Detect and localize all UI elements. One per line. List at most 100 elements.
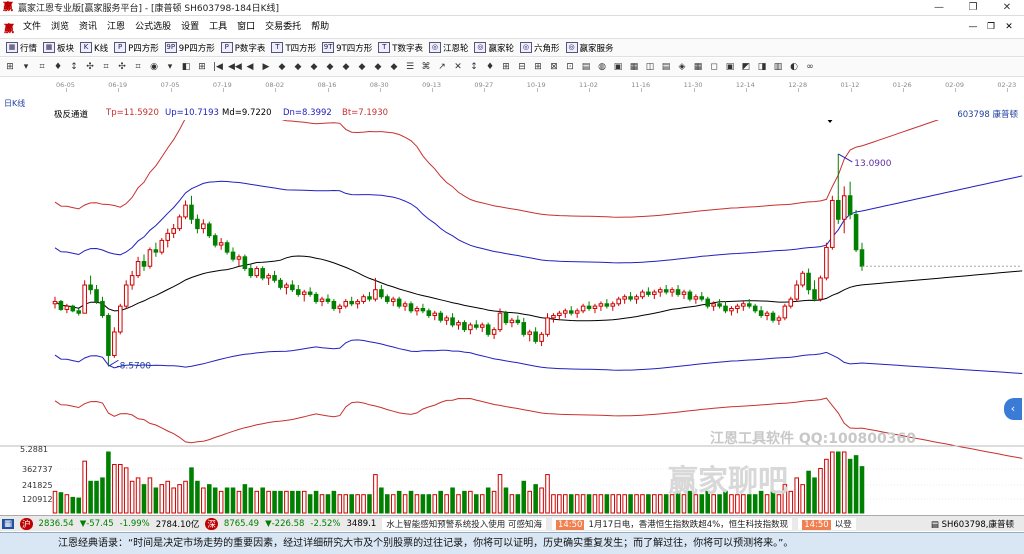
- menu-settings[interactable]: 设置: [176, 17, 204, 37]
- volume-bar: [652, 494, 657, 514]
- tool-icon[interactable]: ◆: [324, 61, 336, 73]
- maximize-button[interactable]: ❐: [956, 0, 990, 16]
- tool-icon[interactable]: ◧: [180, 61, 192, 73]
- tool-icon[interactable]: ✣: [84, 61, 96, 73]
- toolbar-item-label: 六角形: [533, 43, 560, 54]
- toolbar-item-11[interactable]: ◎ 六角形: [519, 42, 560, 54]
- tool-icon[interactable]: ⊡: [564, 61, 576, 73]
- toolbar-item-10[interactable]: ◎ 赢家轮: [474, 42, 514, 54]
- toolbar-item-8[interactable]: T T数字表: [378, 42, 423, 54]
- news-item-1[interactable]: 水上智能感知预警系统投入使用 可感知海: [382, 517, 546, 530]
- tool-icon[interactable]: ✕: [452, 61, 464, 73]
- volume-bar: [100, 477, 105, 514]
- tool-icon[interactable]: ▦: [628, 61, 640, 73]
- tool-icon[interactable]: ◆: [388, 61, 400, 73]
- toolbar-item-12[interactable]: ◎ 赢家服务: [565, 42, 614, 54]
- title-bar[interactable]: 赢 赢家江恩专业版[赢家服务平台] - [康普顿 SH603798-184日K线…: [0, 0, 1024, 16]
- tool-icon[interactable]: ⌗: [132, 61, 144, 73]
- candle-body: [355, 300, 360, 305]
- volume-bar: [604, 494, 610, 514]
- tool-icon[interactable]: ◀◀: [228, 61, 242, 73]
- tool-icon[interactable]: ♦: [52, 61, 64, 73]
- tool-icon[interactable]: ⊞: [4, 61, 16, 73]
- tool-icon[interactable]: ▶: [260, 61, 272, 73]
- toolbar-item-1[interactable]: ▦ 板块: [43, 42, 74, 54]
- toolbar-item-6[interactable]: T T四方形: [271, 42, 316, 54]
- tool-icon[interactable]: ◨: [756, 61, 768, 73]
- tool-icon[interactable]: ◻: [708, 61, 720, 73]
- tool-icon[interactable]: ↕: [468, 61, 480, 73]
- mdi-restore-button[interactable]: ❐: [982, 17, 1000, 37]
- tool-icon[interactable]: ◆: [356, 61, 368, 73]
- tool-icon[interactable]: ▤: [580, 61, 592, 73]
- tool-icon[interactable]: ◆: [308, 61, 320, 73]
- tool-icon[interactable]: ☰: [404, 61, 416, 73]
- tool-icon[interactable]: ◩: [740, 61, 752, 73]
- menu-gann[interactable]: 江恩: [102, 17, 130, 37]
- tool-icon[interactable]: ↕: [68, 61, 80, 73]
- toolbar-item-4[interactable]: 9P 9P四方形: [164, 42, 215, 54]
- menu-browse[interactable]: 浏览: [46, 17, 74, 37]
- news-item-2[interactable]: 14:50 1月17日电，香港恒生指数跌超4%，恒生科技指数现: [551, 517, 793, 530]
- market-icon[interactable]: ▦: [2, 518, 15, 529]
- tool-icon[interactable]: ⌗: [100, 61, 112, 73]
- candle-body: [135, 261, 141, 277]
- menu-info[interactable]: 资讯: [74, 17, 102, 37]
- menu-tools[interactable]: 工具: [204, 17, 232, 37]
- candle-body: [859, 249, 865, 267]
- menu-formula[interactable]: 公式选股: [130, 17, 176, 37]
- indicator-name[interactable]: 极反通道: [54, 108, 88, 120]
- mdi-close-button[interactable]: ✕: [1000, 17, 1018, 37]
- tool-icon[interactable]: ∞: [804, 61, 816, 73]
- tool-icon[interactable]: ▣: [724, 61, 736, 73]
- tool-icon[interactable]: ◆: [276, 61, 288, 73]
- candle-body: [735, 305, 740, 309]
- tool-icon[interactable]: ◈: [676, 61, 688, 73]
- tool-icon[interactable]: ⊞: [500, 61, 512, 73]
- tool-icon[interactable]: ⊟: [516, 61, 528, 73]
- side-expand-button[interactable]: ‹: [1004, 398, 1022, 420]
- tool-icon[interactable]: ◉: [148, 61, 160, 73]
- tool-icon[interactable]: ⊠: [548, 61, 560, 73]
- tool-icon[interactable]: ⊞: [532, 61, 544, 73]
- grid-icon: ▦: [6, 42, 18, 53]
- tool-icon[interactable]: ⊞: [196, 61, 208, 73]
- kline-chart[interactable]: 13.0900 -8.5700 5.2881 362737 241825 120912: [0, 120, 1024, 515]
- tool-icon[interactable]: ▦: [692, 61, 704, 73]
- menu-window[interactable]: 窗口: [232, 17, 260, 37]
- tool-icon[interactable]: ♦: [484, 61, 496, 73]
- toolbar-item-5[interactable]: P P数字表: [220, 42, 265, 54]
- tool-icon[interactable]: ◆: [340, 61, 352, 73]
- tool-icon[interactable]: ▥: [772, 61, 784, 73]
- toolbar-item-7[interactable]: 9T 9T四方形: [322, 42, 372, 54]
- tool-icon[interactable]: ▤: [660, 61, 672, 73]
- menu-help[interactable]: 帮助: [306, 17, 334, 37]
- tool-icon[interactable]: ▾: [20, 61, 32, 73]
- tool-icon[interactable]: ◆: [292, 61, 304, 73]
- menu-file[interactable]: 文件: [18, 17, 46, 37]
- menu-trade[interactable]: 交易委托: [260, 17, 306, 37]
- tool-icon[interactable]: ◫: [644, 61, 656, 73]
- tool-icon[interactable]: ✣: [116, 61, 128, 73]
- candle-body: [557, 312, 562, 317]
- minimize-button[interactable]: —: [922, 0, 956, 16]
- mdi-minimize-button[interactable]: —: [964, 17, 982, 37]
- tool-icon[interactable]: ◍: [596, 61, 608, 73]
- tool-icon[interactable]: ⌘: [420, 61, 432, 73]
- ticker-stock[interactable]: ▤ SH603798,康普顿: [930, 517, 1014, 530]
- tool-icon[interactable]: ◆: [372, 61, 384, 73]
- tool-icon[interactable]: ◐: [788, 61, 800, 73]
- news-item-3[interactable]: 14:50 以登: [798, 517, 856, 530]
- close-button[interactable]: ✕: [990, 0, 1024, 16]
- toolbar-item-0[interactable]: ▦ 行情: [6, 42, 37, 54]
- tool-icon[interactable]: ↗: [436, 61, 448, 73]
- tool-icon[interactable]: |◀: [212, 61, 224, 73]
- tool-icon[interactable]: ⌗: [36, 61, 48, 73]
- toolbar-item-2[interactable]: K K线: [80, 42, 108, 54]
- toolbar-item-9[interactable]: ◎ 江恩轮: [428, 42, 468, 54]
- tool-icon[interactable]: ▾: [164, 61, 176, 73]
- tool-icon[interactable]: ▣: [612, 61, 624, 73]
- toolbar-item-3[interactable]: P P四方形: [114, 42, 159, 54]
- tool-icon[interactable]: ◀: [244, 61, 256, 73]
- high-marker-line: [838, 153, 853, 163]
